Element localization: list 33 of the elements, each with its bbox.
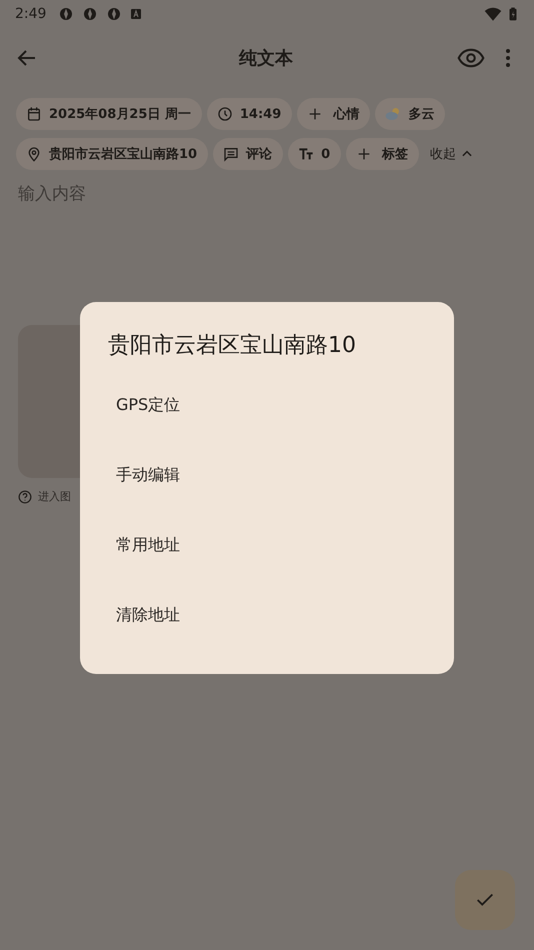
chip[interactable]: 心情 — [297, 98, 370, 130]
cloud-sun-icon — [385, 106, 402, 122]
chip[interactable]: 0 — [288, 138, 342, 170]
notification-icon — [58, 6, 74, 22]
screen-title: 纯文本 — [238, 47, 294, 70]
clock-icon — [216, 106, 233, 122]
dialog-option[interactable]: 常用地址 — [108, 518, 180, 588]
chip[interactable]: 2025年08月25日 周一 — [16, 98, 202, 130]
comment-icon — [223, 146, 240, 162]
hint-text: 进入图 — [38, 489, 71, 504]
dialog-option[interactable]: 手动编辑 — [108, 448, 180, 518]
wifi-icon — [484, 5, 502, 23]
more-icon — [506, 49, 510, 67]
plus-icon — [356, 146, 372, 162]
location-pin-icon — [26, 146, 42, 162]
dialog-option[interactable]: GPS定位 — [108, 378, 180, 448]
chip[interactable]: 贵阳市云岩区宝山南路10 — [16, 138, 208, 170]
chip[interactable]: 评论 — [213, 138, 284, 170]
calendar-icon — [26, 106, 42, 122]
content-field[interactable]: 输入内容 — [18, 184, 498, 204]
notification-icon — [82, 6, 98, 22]
notification-icon — [106, 6, 122, 22]
dialog-title: 贵阳市云岩区宝山南路10 — [108, 332, 357, 360]
chip[interactable]: 多云 — [375, 98, 446, 130]
help-icon — [18, 490, 32, 504]
chip[interactable]: 标签 — [346, 138, 420, 170]
chip[interactable]: 14:49 — [206, 98, 292, 130]
collapse-button[interactable]: 收起 — [424, 138, 480, 170]
plus-icon — [307, 106, 324, 122]
dialog-option[interactable]: 清除地址 — [108, 588, 180, 658]
clock-time: 2:49 — [15, 6, 46, 22]
keyboard-icon — [130, 8, 142, 20]
text-size-icon — [298, 146, 314, 162]
